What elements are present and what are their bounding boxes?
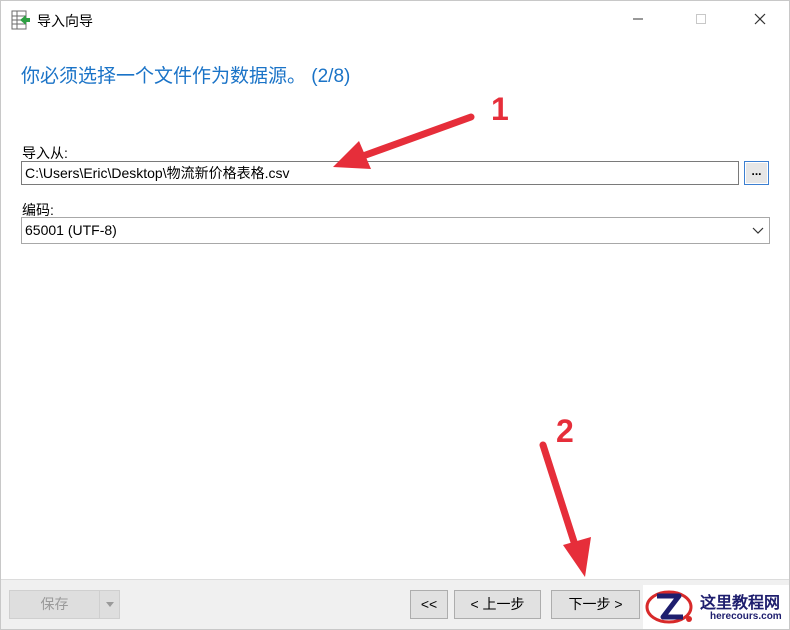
next-step-button[interactable]: 下一步 >: [551, 590, 640, 619]
caret-down-icon: [106, 602, 114, 607]
minimize-icon: [633, 18, 643, 20]
chevron-down-icon: [752, 227, 764, 234]
save-button[interactable]: 保存: [9, 590, 100, 619]
close-icon: [754, 13, 766, 25]
watermark-url: herecours.com: [710, 611, 782, 622]
minimize-button[interactable]: [615, 1, 661, 37]
site-watermark: 这里教程网 herecours.com: [643, 585, 789, 629]
annotation-arrows: [333, 113, 591, 577]
browse-file-button[interactable]: ...: [744, 161, 769, 185]
previous-step-button[interactable]: < 上一步: [454, 590, 541, 619]
maximize-icon: [696, 14, 706, 24]
title-bar: 导入向导: [1, 1, 789, 39]
annotation-marker-1: 1: [491, 91, 509, 127]
watermark-title: 这里教程网: [700, 593, 781, 612]
annotation-arrow-2: [539, 441, 591, 577]
import-from-label: 导入从:: [22, 145, 68, 161]
maximize-button[interactable]: [678, 1, 724, 37]
save-dropdown-button[interactable]: [100, 590, 120, 619]
encoding-select[interactable]: 65001 (UTF-8): [21, 217, 770, 244]
window-title: 导入向导: [37, 13, 93, 29]
table-import-icon: [11, 10, 30, 30]
close-button[interactable]: [737, 1, 783, 37]
watermark-logo-icon: [645, 590, 693, 624]
encoding-selected-value: 65001 (UTF-8): [25, 222, 117, 238]
annotation-marker-2: 2: [556, 413, 574, 449]
import-path-input[interactable]: [21, 161, 739, 185]
first-step-button[interactable]: <<: [410, 590, 448, 619]
import-wizard-window: 导入向导 你必须选择一个文件作为数据源。 (2/8) 导入从: ... 编码: …: [0, 0, 790, 630]
wizard-step-heading: 你必须选择一个文件作为数据源。 (2/8): [21, 66, 351, 87]
